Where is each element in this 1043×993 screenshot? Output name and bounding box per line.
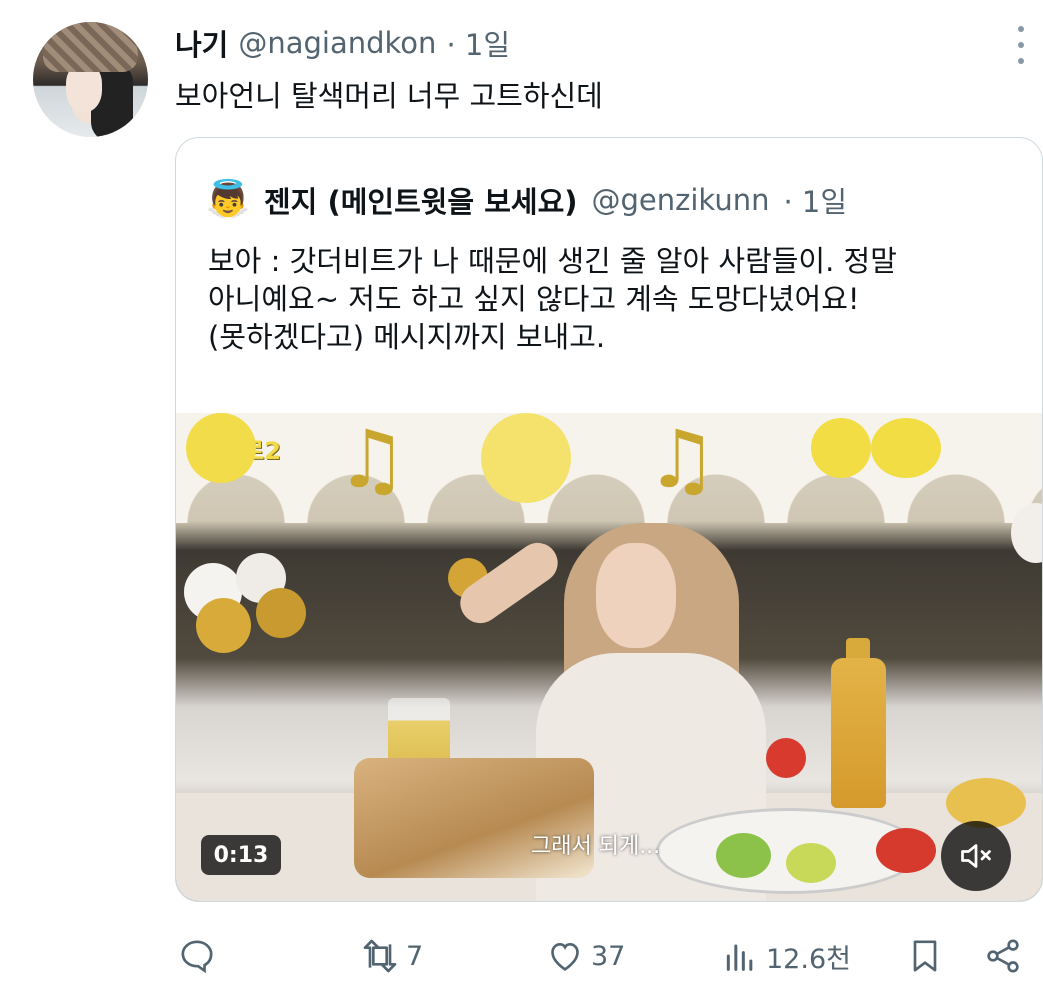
video-player[interactable]: 점사르2 ♫ ♫ 0:13 그래서 되게...	[176, 413, 1042, 901]
sandwich	[354, 758, 594, 878]
speaker-mute-icon	[961, 844, 991, 868]
balloon	[811, 418, 871, 478]
like-count: 37	[591, 940, 626, 972]
fruit	[766, 738, 806, 778]
video-timer: 0:13	[201, 835, 281, 875]
quote-header: 👼 젠지 (메인트윗을 보세요) @genzikunn · 1일	[206, 178, 847, 222]
fruit	[876, 828, 936, 873]
views-count: 12.6천	[766, 943, 851, 975]
quote-avatar[interactable]: 👼	[206, 178, 250, 222]
music-note-balloon: ♫	[336, 413, 408, 506]
views-button[interactable]: 12.6천	[720, 932, 851, 980]
retweet-count: 7	[406, 940, 424, 972]
music-note-balloon: ♫	[646, 413, 718, 506]
quote-time[interactable]: · 1일	[783, 179, 847, 221]
retweet-icon	[363, 939, 397, 973]
analytics-icon	[726, 944, 753, 971]
balloon	[481, 413, 571, 503]
avatar-hat	[43, 22, 138, 72]
balloon	[871, 418, 941, 478]
fruit	[946, 778, 1026, 828]
author-handle[interactable]: @nagiandkon	[238, 26, 436, 60]
tweet-actions: 7 37 12.6천	[175, 932, 1043, 980]
tweet-header: 나기 @nagiandkon · 1일	[175, 22, 510, 64]
quote-author-name[interactable]: 젠지 (메인트윗을 보세요)	[264, 179, 578, 221]
tweet-time[interactable]: · 1일	[446, 22, 510, 64]
retweet-button[interactable]: 7	[360, 932, 423, 980]
bookmark-icon	[913, 940, 937, 972]
author-avatar[interactable]	[33, 22, 148, 137]
mute-icon[interactable]	[941, 821, 1011, 891]
balloon	[256, 588, 306, 638]
like-button[interactable]: 37	[545, 932, 625, 980]
balloon	[186, 413, 256, 483]
person-face	[596, 543, 676, 648]
bookmark-button[interactable]	[905, 932, 945, 980]
tweet-text: 보아언니 탈색머리 너무 고트하신데	[175, 79, 603, 113]
reply-button[interactable]	[177, 932, 223, 980]
share-button[interactable]	[983, 932, 1023, 980]
fruit	[716, 833, 771, 878]
video-caption: 그래서 되게...	[531, 834, 661, 859]
quote-author-handle[interactable]: @genzikunn	[592, 183, 770, 217]
quote-text: 보아 : 갓더비트가 나 때문에 생긴 줄 알아 사람들이. 정말 아니예요~ …	[208, 244, 897, 354]
more-options-icon[interactable]	[1011, 26, 1031, 64]
reply-icon	[181, 940, 213, 974]
author-name[interactable]: 나기	[175, 22, 228, 64]
juice-bottle	[831, 658, 886, 808]
balloon	[196, 598, 251, 653]
fruit	[786, 843, 836, 883]
quoted-tweet[interactable]: 👼 젠지 (메인트윗을 보세요) @genzikunn · 1일 보아 : 갓더…	[175, 137, 1043, 902]
share-icon	[987, 939, 1019, 973]
heart-icon	[551, 942, 579, 971]
